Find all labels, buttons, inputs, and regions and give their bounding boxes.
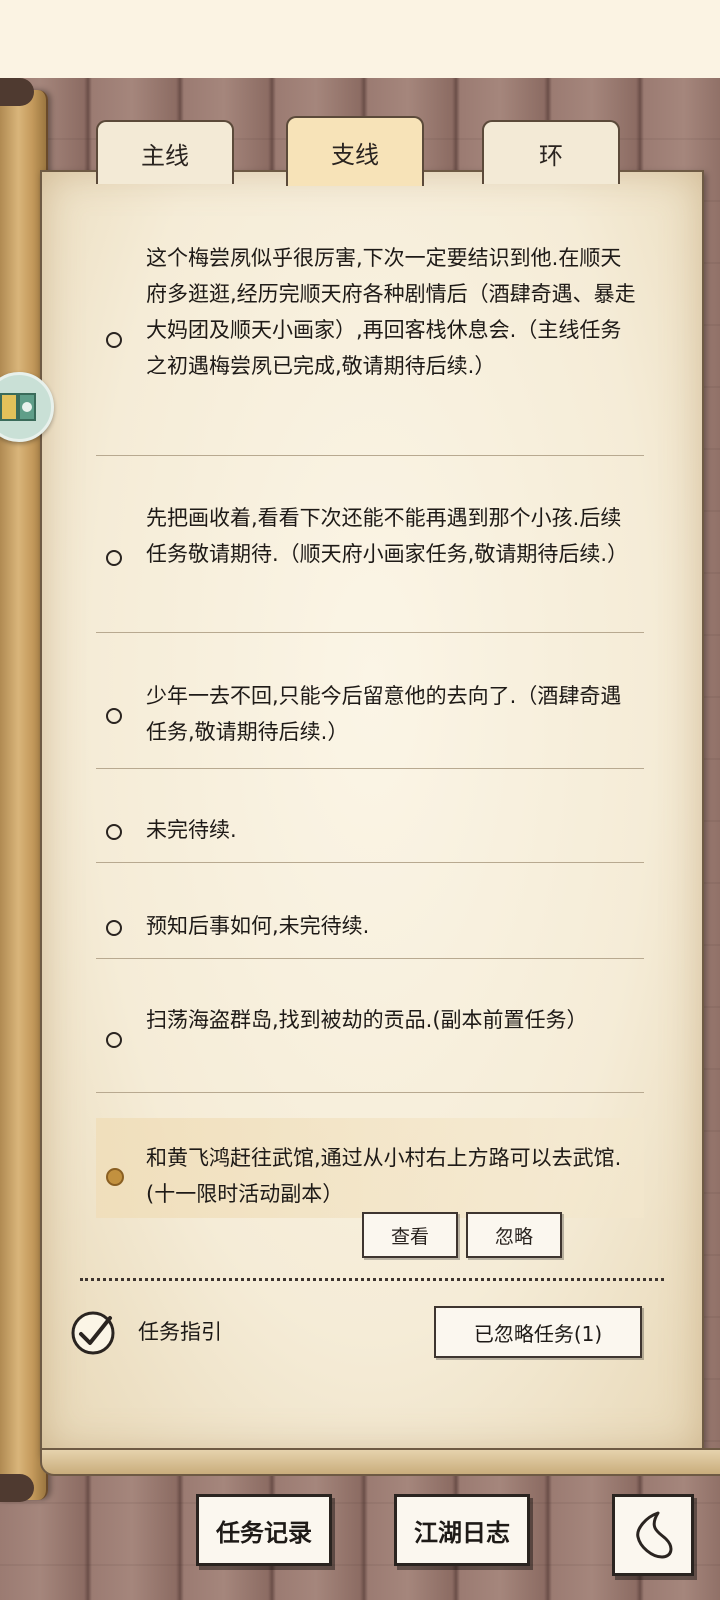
task-divider bbox=[96, 1092, 644, 1093]
tab-ring[interactable]: 环 bbox=[482, 120, 620, 184]
task-text: 未完待续. bbox=[146, 818, 237, 842]
task-status-dot bbox=[106, 332, 122, 348]
task-item[interactable]: 这个梅尝夙似乎很厉害,下次一定要结识到他.在顺天府多逛逛,经历完顺天府各种剧情后… bbox=[92, 240, 640, 440]
task-text: 预知后事如何,未完待续. bbox=[146, 914, 370, 938]
task-item[interactable]: 扫荡海盗群岛,找到被劫的贡品.(副本前置任务） bbox=[92, 1002, 640, 1082]
ignored-tasks-button[interactable]: 已忽略任务(1) bbox=[434, 1306, 642, 1358]
shortcut-icon bbox=[0, 393, 36, 421]
jianghu-log-button[interactable]: 江湖日志 bbox=[394, 1494, 530, 1566]
back-button[interactable] bbox=[612, 1494, 694, 1576]
task-item[interactable]: 未完待续. bbox=[92, 812, 640, 852]
task-record-button[interactable]: 任务记录 bbox=[196, 1494, 332, 1566]
view-task-button[interactable]: 查看 bbox=[362, 1212, 458, 1258]
status-strip bbox=[0, 0, 720, 78]
guide-label: 任务指引 bbox=[138, 1320, 222, 1344]
task-text: 和黄飞鸿赶往武馆,通过从小村右上方路可以去武馆.(十一限时活动副本） bbox=[146, 1146, 622, 1206]
task-divider bbox=[96, 632, 644, 633]
task-text: 扫荡海盗群岛,找到被劫的贡品.(副本前置任务） bbox=[146, 1008, 588, 1032]
tab-side[interactable]: 支线 bbox=[286, 116, 424, 186]
section-divider bbox=[80, 1278, 664, 1281]
task-item[interactable]: 预知后事如何,未完待续. bbox=[92, 908, 640, 948]
task-text: 先把画收着,看看下次还能不能再遇到那个小孩.后续任务敬请期待.（顺天府小画家任务… bbox=[146, 506, 629, 566]
back-arrow-icon bbox=[636, 1511, 673, 1559]
task-divider bbox=[96, 958, 644, 959]
task-item[interactable]: 少年一去不回,只能今后留意他的去向了.（酒肆奇遇任务,敬请期待后续.） bbox=[92, 678, 640, 758]
task-status-dot-active bbox=[106, 1168, 124, 1186]
task-status-dot bbox=[106, 824, 122, 840]
task-divider bbox=[96, 862, 644, 863]
task-divider bbox=[96, 768, 644, 769]
task-status-dot bbox=[106, 1032, 122, 1048]
task-item-selected[interactable]: 和黄飞鸿赶往武馆,通过从小村右上方路可以去武馆.(十一限时活动副本） bbox=[92, 1140, 640, 1220]
task-text: 这个梅尝夙似乎很厉害,下次一定要结识到他.在顺天府多逛逛,经历完顺天府各种剧情后… bbox=[146, 246, 636, 378]
checkmark-circle-icon bbox=[71, 1311, 115, 1355]
task-status-dot bbox=[106, 920, 122, 936]
scroll-rod-cap-top bbox=[0, 78, 34, 106]
tab-main[interactable]: 主线 bbox=[96, 120, 234, 184]
task-status-dot bbox=[106, 708, 122, 724]
task-item[interactable]: 先把画收着,看看下次还能不能再遇到那个小孩.后续任务敬请期待.（顺天府小画家任务… bbox=[92, 500, 640, 620]
task-divider bbox=[96, 455, 644, 456]
scroll-paper-edge bbox=[40, 1448, 720, 1476]
task-text: 少年一去不回,只能今后留意他的去向了.（酒肆奇遇任务,敬请期待后续.） bbox=[146, 684, 622, 744]
guide-toggle[interactable] bbox=[70, 1310, 115, 1355]
scroll-rod-cap-bottom bbox=[0, 1474, 34, 1502]
task-status-dot bbox=[106, 550, 122, 566]
ignore-task-button[interactable]: 忽略 bbox=[466, 1212, 562, 1258]
